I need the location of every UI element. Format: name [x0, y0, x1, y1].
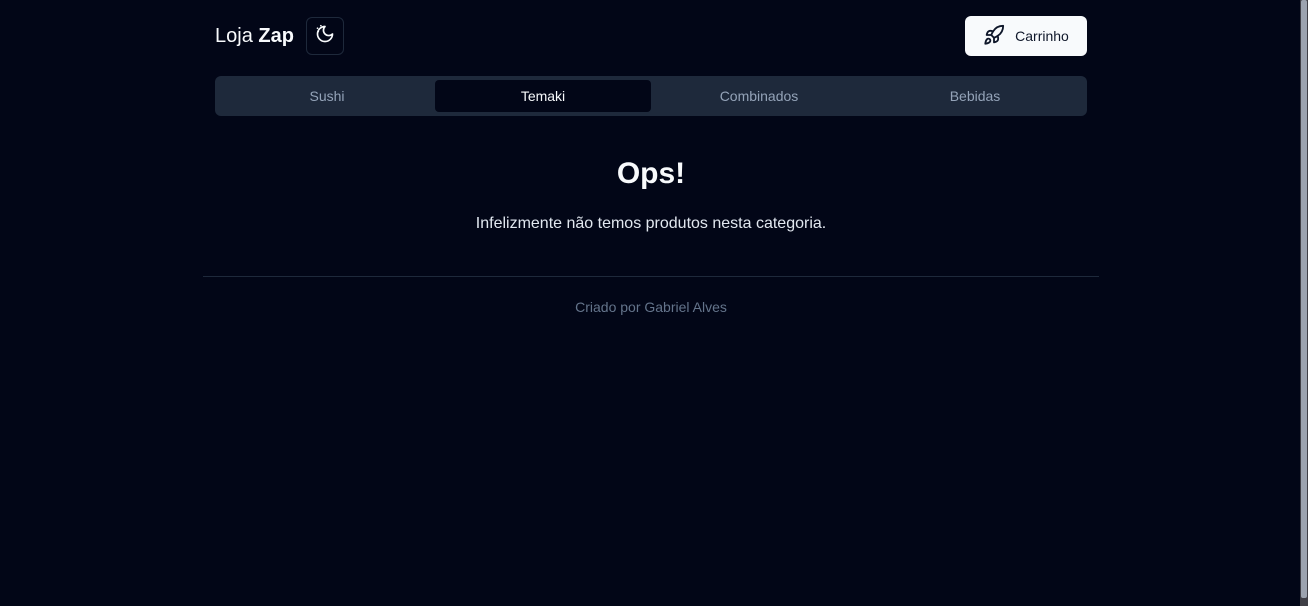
empty-state: Ops! Infelizmente não temos produtos nes…: [215, 150, 1087, 236]
scrollbar-thumb[interactable]: [1301, 0, 1307, 598]
empty-state-message: Infelizmente não temos produtos nesta ca…: [475, 215, 827, 232]
site-header: Loja Zap Carrinho: [215, 16, 1087, 56]
brand: Loja Zap: [215, 17, 344, 55]
tab-temaki[interactable]: Temaki: [435, 80, 651, 112]
brand-name-light: Loja: [215, 25, 253, 47]
theme-toggle-button[interactable]: [305, 17, 344, 55]
moon-icon: [315, 24, 335, 49]
rocket-icon: [983, 24, 1005, 49]
tab-sushi[interactable]: Sushi: [219, 80, 435, 112]
footer-divider: [203, 276, 1099, 277]
cart-button-label: Carrinho: [1015, 28, 1069, 44]
tab-combinados[interactable]: Combinados: [651, 80, 867, 112]
brand-logo[interactable]: Loja Zap: [215, 24, 294, 48]
footer-credit: Criado por Gabriel Alves: [575, 299, 727, 315]
empty-state-title: Ops!: [616, 157, 686, 190]
cart-button[interactable]: Carrinho: [965, 16, 1087, 56]
page: Loja Zap Carrinho Sushi Temaki Combinado…: [0, 0, 1300, 606]
category-tabs: Sushi Temaki Combinados Bebidas: [215, 76, 1087, 116]
tab-bebidas[interactable]: Bebidas: [867, 80, 1083, 112]
footer: Criado por Gabriel Alves: [203, 297, 1099, 317]
vertical-scrollbar[interactable]: [1300, 0, 1308, 606]
brand-name-bold: Zap: [258, 25, 294, 47]
